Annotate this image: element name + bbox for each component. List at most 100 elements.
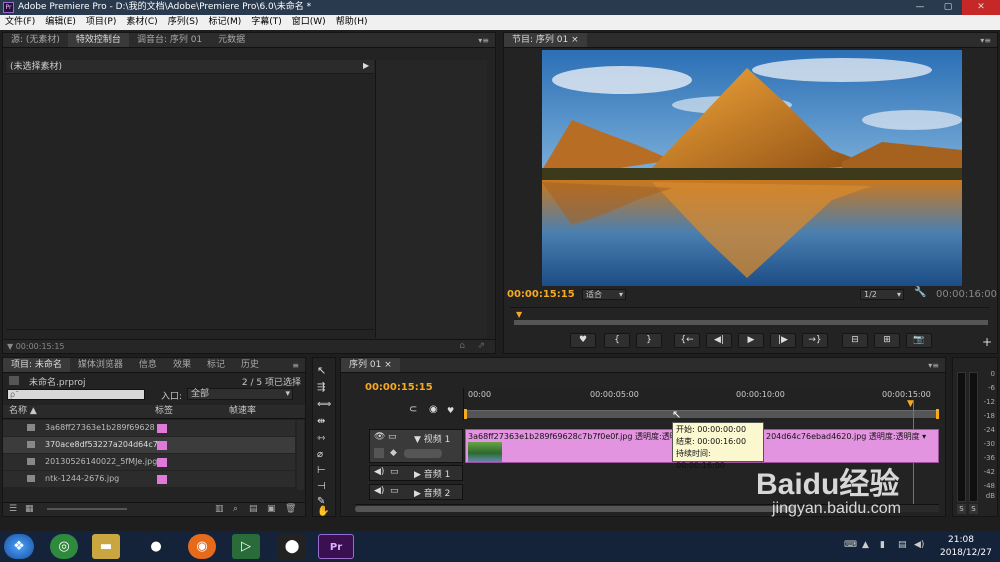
timeline-ruler[interactable]: 00:00 00:00:05:00 00:00:10:00 00:00:15:0…	[463, 388, 939, 420]
new-bin-icon[interactable]: ▤	[249, 504, 258, 514]
volume-icon[interactable]: ◀)	[914, 540, 924, 550]
zoom-slider[interactable]	[47, 508, 127, 510]
audio-track-1-header[interactable]: ◀) ▭ ▶ 音频 1	[369, 465, 463, 481]
start-button[interactable]: ❖	[4, 534, 34, 559]
program-video-preview[interactable]	[542, 50, 962, 286]
tab-effects[interactable]: 效果	[165, 358, 199, 372]
menu-sequence[interactable]: 序列(S)	[163, 15, 204, 30]
list-item[interactable]: 20130526140022_5fMJe.jpg	[3, 454, 295, 470]
set-marker-icon[interactable]: ◉	[429, 404, 438, 415]
go-to-in-button[interactable]: {←	[674, 333, 700, 348]
tab-sequence[interactable]: 序列 01 ×	[341, 358, 400, 372]
hand-tool-icon[interactable]: ✋	[317, 506, 329, 517]
tab-audio-mixer[interactable]: 调音台: 序列 01	[129, 33, 210, 47]
list-item[interactable]: 3a68ff27363e1b289f69628	[3, 420, 295, 436]
qq-icon[interactable]: ●	[142, 534, 170, 559]
lock-icon[interactable]: ▭	[388, 432, 397, 442]
tab-markers[interactable]: 标记	[199, 358, 233, 372]
lock-icon[interactable]: ▭	[390, 467, 399, 477]
maximize-icon[interactable]: ▢	[934, 0, 962, 15]
file-explorer-icon[interactable]: ▬	[92, 534, 120, 559]
program-timecode[interactable]: 00:00:15:15	[507, 289, 575, 300]
menu-window[interactable]: 窗口(W)	[287, 15, 331, 30]
solo-left-button[interactable]: S	[957, 504, 966, 514]
program-time-ruler[interactable]: ▼	[510, 307, 990, 325]
panel-menu-icon[interactable]: ▾≡	[980, 33, 991, 48]
keyframe-nav-bar[interactable]	[404, 449, 442, 458]
audio-track-2-header[interactable]: ◀) ▭ ▶ 音频 2	[369, 484, 463, 500]
panel-menu-icon[interactable]: ▾≡	[928, 358, 939, 373]
timeline-scroll-thumb[interactable]	[355, 506, 795, 512]
record-icon[interactable]: ⬤	[278, 534, 306, 559]
work-area-end-handle[interactable]	[936, 409, 939, 419]
tab-source[interactable]: 源: (无素材)	[3, 33, 68, 47]
export-icon[interactable]: ⇗	[477, 341, 485, 351]
column-name[interactable]: 名称 ▲	[9, 405, 37, 418]
step-forward-button[interactable]: |▶	[770, 333, 796, 348]
solo-right-button[interactable]: S	[969, 504, 978, 514]
minimize-icon[interactable]: —	[906, 0, 934, 15]
step-back-button[interactable]: ◀|	[706, 333, 732, 348]
app-360-icon[interactable]: ◎	[50, 534, 78, 559]
selection-tool-icon[interactable]: ↖	[317, 364, 326, 377]
slide-tool-icon[interactable]: ⊣	[317, 481, 326, 492]
close-icon[interactable]: ✕	[962, 0, 1000, 15]
list-item[interactable]: 370ace8df53227a204d64c7	[3, 437, 295, 453]
video-track-header[interactable]: 👁 ▭ ▼ 视频 1 ◆	[369, 429, 463, 463]
tab-program[interactable]: 节目: 序列 01 ×	[504, 33, 587, 47]
search-icon[interactable]: ⌕	[233, 504, 238, 514]
network-icon[interactable]: ▤	[898, 540, 907, 550]
clock-date[interactable]: 2018/12/27	[940, 548, 992, 558]
menu-project[interactable]: 项目(P)	[81, 15, 121, 30]
filter-icon[interactable]: ⌂	[459, 341, 465, 351]
track-select-tool-icon[interactable]: ⇶	[317, 382, 325, 393]
keyframe-display-icon[interactable]	[374, 448, 384, 458]
tab-info[interactable]: 信息	[131, 358, 165, 372]
add-button-icon[interactable]: +	[982, 335, 992, 349]
work-area-bar[interactable]	[464, 410, 938, 418]
panel-menu-icon[interactable]: ≡	[292, 358, 299, 373]
tray-arrow-icon[interactable]: ▲	[862, 540, 869, 550]
rate-stretch-tool-icon[interactable]: ⇿	[317, 433, 325, 444]
keyframe-nav-icon[interactable]: ◆	[390, 448, 397, 458]
menu-edit[interactable]: 编辑(E)	[40, 15, 81, 30]
menu-file[interactable]: 文件(F)	[0, 15, 40, 30]
playhead-marker-icon[interactable]: ▼	[516, 310, 522, 319]
timeline-timecode[interactable]: 00:00:15:15	[365, 382, 433, 393]
project-scrollbar[interactable]	[297, 420, 304, 490]
effect-scroll-area[interactable]	[6, 329, 374, 338]
menu-help[interactable]: 帮助(H)	[331, 15, 373, 30]
rolling-edit-tool-icon[interactable]: ⇹	[317, 416, 325, 427]
go-to-out-button[interactable]: →}	[802, 333, 828, 348]
menu-title[interactable]: 字幕(T)	[246, 15, 287, 30]
battery-icon[interactable]: ▮	[880, 540, 885, 550]
snap-icon[interactable]: ⊂	[409, 404, 417, 415]
list-view-icon[interactable]: ☰	[9, 504, 17, 514]
search-input[interactable]	[7, 389, 145, 400]
menu-marker[interactable]: 标记(M)	[203, 15, 246, 30]
play-triangle-icon[interactable]: ▶	[363, 61, 369, 70]
extract-button[interactable]: ⊞	[874, 333, 900, 348]
slip-tool-icon[interactable]: ⊢	[317, 465, 326, 476]
tab-history[interactable]: 历史	[233, 358, 267, 372]
mark-out-button[interactable]: }	[636, 333, 662, 348]
marker-icon[interactable]: ♥	[447, 406, 454, 415]
tab-effect-controls[interactable]: 特效控制台	[67, 33, 129, 47]
lift-button[interactable]: ⊟	[842, 333, 868, 348]
program-scroll-bar[interactable]	[514, 320, 988, 325]
new-item-icon[interactable]: ▣	[267, 504, 276, 514]
firefox-icon[interactable]: ◉	[188, 534, 216, 559]
resolution-dropdown[interactable]: 1/2 ▾	[860, 289, 904, 300]
work-area-start-handle[interactable]	[464, 409, 467, 419]
clock-time[interactable]: 21:08	[948, 535, 974, 545]
automate-icon[interactable]: ▥	[215, 504, 224, 514]
ripple-edit-tool-icon[interactable]: ⟺	[317, 399, 331, 410]
speaker-icon[interactable]: ◀)	[374, 486, 384, 496]
mark-in-button[interactable]: {	[604, 333, 630, 348]
media-app-icon[interactable]: ▷	[232, 534, 260, 559]
speaker-icon[interactable]: ◀)	[374, 467, 384, 477]
trash-icon[interactable]: 🗑	[285, 504, 296, 514]
razor-tool-icon[interactable]: ⌀	[317, 449, 323, 460]
play-button[interactable]: ▶	[738, 333, 764, 348]
wrench-icon[interactable]: 🔧	[914, 287, 926, 298]
